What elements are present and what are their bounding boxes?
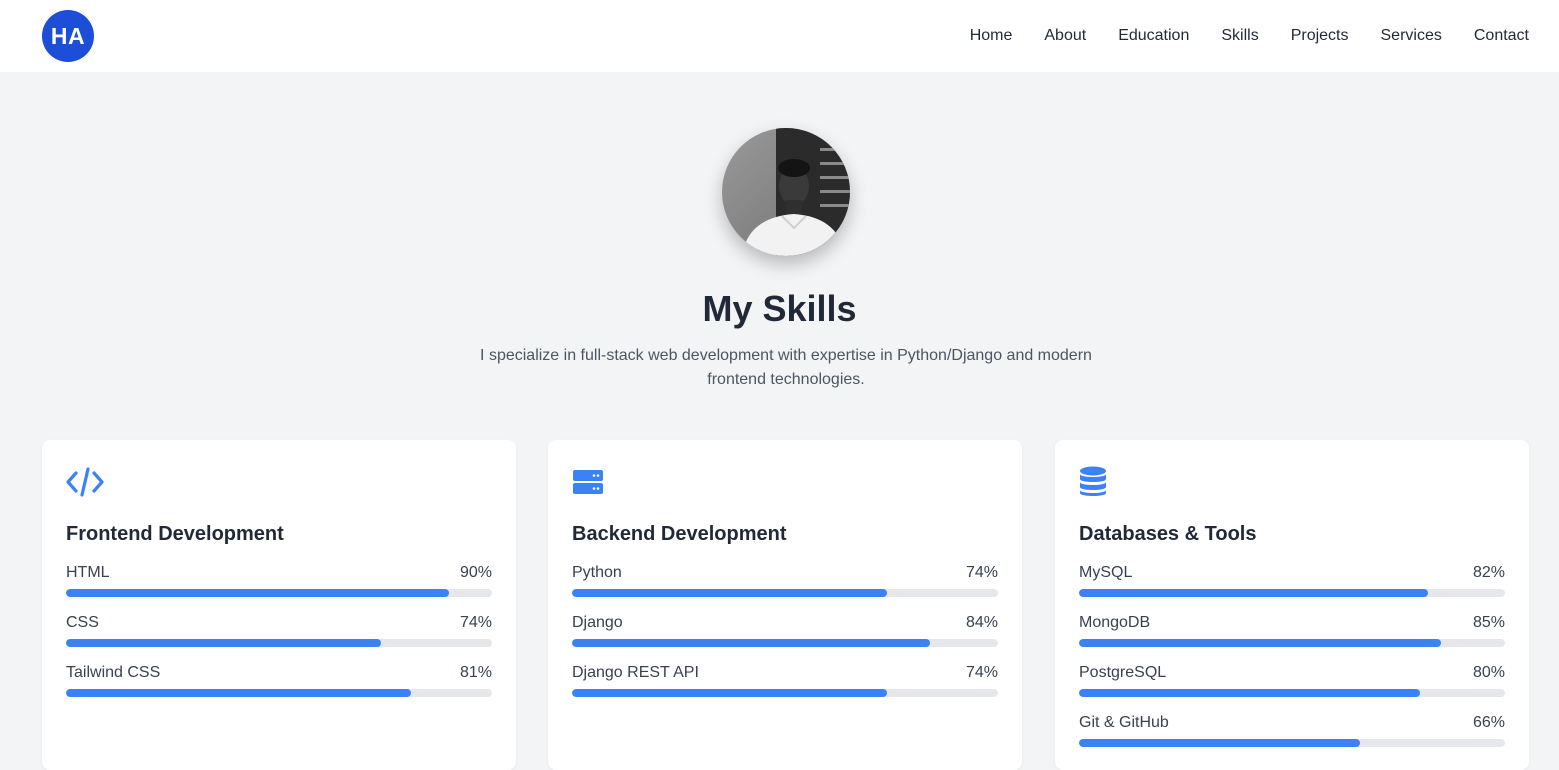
- skill-item: Python 74%: [572, 563, 998, 597]
- nav-link-projects[interactable]: Projects: [1291, 27, 1349, 45]
- skill-item: MySQL 82%: [1079, 563, 1505, 597]
- skill-percent: 80%: [1472, 664, 1505, 681]
- card-title: Backend Development: [572, 523, 787, 545]
- skill-bar-fill: [1079, 589, 1429, 597]
- nav-link-skills[interactable]: Skills: [1221, 27, 1258, 45]
- profile-avatar: [722, 128, 850, 256]
- skill-name: Django REST API: [572, 664, 699, 681]
- card-title: Databases & Tools: [1079, 523, 1257, 545]
- nav-link-education[interactable]: Education: [1118, 27, 1189, 45]
- skill-cards: Frontend Development HTML 90% CSS 74% Tail…: [42, 440, 1529, 770]
- skill-item: PostgreSQL 80%: [1079, 663, 1505, 697]
- skill-bar-fill: [66, 639, 382, 647]
- skill-bar-track: [572, 589, 998, 597]
- top-navbar: HA Home About Education Skills Projects …: [0, 0, 1559, 72]
- skill-bar-fill: [66, 689, 412, 697]
- profile-photo: [722, 128, 850, 256]
- skill-name: Django: [572, 614, 623, 631]
- skill-bar-track: [1079, 739, 1505, 747]
- skill-percent: 74%: [965, 664, 998, 681]
- skill-percent: 85%: [1472, 614, 1505, 631]
- skill-percent: 90%: [459, 564, 492, 581]
- code-icon: [66, 466, 492, 498]
- skill-bar-fill: [1079, 689, 1420, 697]
- skill-bar-fill: [572, 639, 930, 647]
- skill-name: Tailwind CSS: [66, 664, 161, 681]
- skill-item: MongoDB 85%: [1079, 613, 1505, 647]
- skill-item: CSS 74%: [66, 613, 492, 647]
- skill-bar-track: [1079, 639, 1505, 647]
- nav-link-about[interactable]: About: [1044, 27, 1086, 45]
- skill-bar-track: [66, 689, 492, 697]
- skill-bar-fill: [1079, 639, 1442, 647]
- skill-name: Python: [572, 564, 622, 581]
- skill-item: Tailwind CSS 81%: [66, 663, 492, 697]
- skill-name: HTML: [66, 564, 110, 581]
- skill-percent: 84%: [965, 614, 998, 631]
- skill-card-databases: Databases & Tools MySQL 82% MongoDB 85% Po…: [1055, 440, 1529, 770]
- nav-link-home[interactable]: Home: [970, 27, 1013, 45]
- skill-bar-fill: [572, 589, 888, 597]
- skill-item: Git & GitHub 66%: [1079, 713, 1505, 747]
- nav-link-services[interactable]: Services: [1381, 27, 1442, 45]
- skill-item: HTML 90%: [66, 563, 492, 597]
- skill-bar-track: [66, 639, 492, 647]
- skill-card-frontend: Frontend Development HTML 90% CSS 74% Tail…: [42, 440, 516, 770]
- skill-name: CSS: [66, 614, 99, 631]
- skill-name: PostgreSQL: [1079, 664, 1167, 681]
- skill-percent: 82%: [1472, 564, 1505, 581]
- skill-bar-track: [572, 689, 998, 697]
- skill-name: MySQL: [1079, 564, 1133, 581]
- skill-percent: 74%: [459, 614, 492, 631]
- skill-item: Django 84%: [572, 613, 998, 647]
- page-subtitle: I specialize in full-stack web developme…: [480, 347, 1092, 388]
- skill-percent: 66%: [1472, 714, 1505, 731]
- skill-bar-track: [1079, 689, 1505, 697]
- skill-bar-track: [572, 639, 998, 647]
- card-title: Frontend Development: [66, 523, 284, 545]
- logo-badge[interactable]: HA: [42, 10, 94, 62]
- skill-name: Git & GitHub: [1079, 714, 1169, 731]
- skill-percent: 81%: [459, 664, 492, 681]
- skill-name: MongoDB: [1079, 614, 1151, 631]
- nav-links: Home About Education Skills Projects Ser…: [938, 27, 1529, 45]
- skill-card-backend: Backend Development Python 74% Django 84% …: [548, 440, 1022, 770]
- skill-bar-track: [1079, 589, 1505, 597]
- skill-item: Django REST API 74%: [572, 663, 998, 697]
- page-title: My Skills: [702, 288, 857, 329]
- nav-link-contact[interactable]: Contact: [1474, 27, 1529, 45]
- skill-bar-fill: [66, 589, 450, 597]
- skill-bar-track: [66, 589, 492, 597]
- skill-bar-fill: [572, 689, 888, 697]
- skill-bar-fill: [1079, 739, 1361, 747]
- database-icon: [1079, 466, 1505, 498]
- skill-percent: 74%: [965, 564, 998, 581]
- server-icon: [572, 466, 998, 498]
